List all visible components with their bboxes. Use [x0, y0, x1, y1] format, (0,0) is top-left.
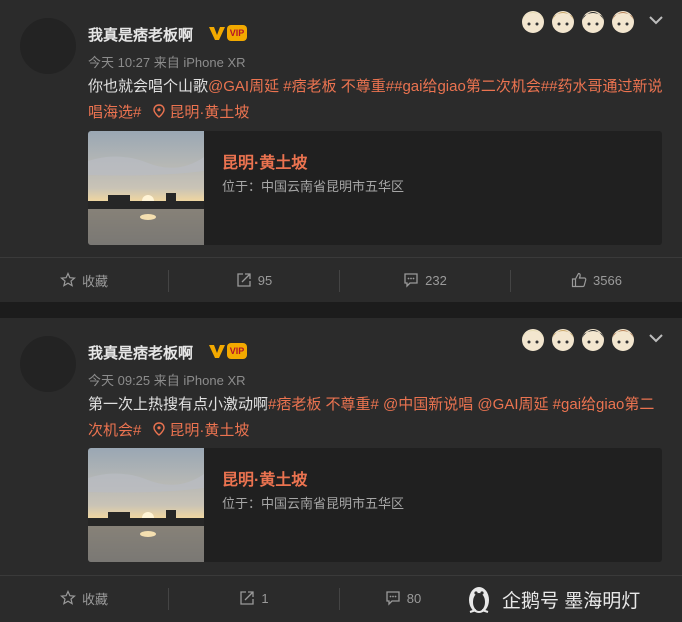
post-text: 第一次上热搜有点小激动啊#痞老板 不尊重# @中国新说唱 @GAI周延 #gai…: [88, 392, 668, 444]
location-title[interactable]: 昆明·黄土坡: [222, 149, 307, 173]
penguin-icon: [469, 587, 489, 613]
repost-icon: [240, 591, 255, 605]
decoration-avatars: [520, 4, 640, 40]
repost-button[interactable]: 95: [169, 258, 339, 302]
repost-count: 1: [261, 590, 269, 606]
anime-face-icon: [522, 329, 544, 351]
author-name[interactable]: 我真是痞老板啊: [88, 342, 193, 363]
favorite-button[interactable]: 收藏: [0, 258, 168, 302]
anime-face-icon: [522, 11, 544, 33]
location-address: 位于：中国云南省昆明市五华区: [222, 496, 405, 511]
like-count: 3566: [593, 272, 622, 288]
location-pin-icon: [153, 104, 166, 118]
post-text: 你也就会唱个山歌@GAI周延 #痞老板 不尊重##gai给giao第二次机会##…: [88, 74, 668, 126]
location-pin-icon: [153, 422, 166, 436]
verified-v-icon: [209, 27, 225, 40]
location-title[interactable]: 昆明·黄土坡: [222, 466, 307, 490]
post-meta: 今天 10:27 来自 iPhone XR: [88, 55, 246, 70]
location-card[interactable]: 昆明·黄土坡 位于：中国云南省昆明市五华区: [88, 131, 662, 245]
avatar[interactable]: [20, 336, 76, 392]
repost-icon: [237, 273, 251, 287]
favorite-button[interactable]: 收藏: [0, 576, 168, 620]
location-card[interactable]: 昆明·黄土坡 位于：中国云南省昆明市五华区: [88, 448, 662, 562]
anime-face-icon: [582, 329, 604, 351]
like-icon: [571, 272, 587, 288]
chevron-down-icon[interactable]: [648, 14, 664, 26]
weibo-post: 我真是痞老板啊 VIP 今天 09:25 来自 iPhone XR 第一次上热搜…: [0, 318, 682, 622]
verified-v-icon: [209, 345, 225, 358]
action-bar: 收藏 95 232 3566: [0, 257, 682, 301]
location-link[interactable]: 昆明·黄土坡: [169, 104, 249, 121]
weibo-post: 我真是痞老板啊 VIP 今天 10:27 来自 iPhone XR 你也就会唱个…: [0, 0, 682, 302]
location-link[interactable]: 昆明·黄土坡: [169, 422, 249, 439]
favorite-label: 收藏: [81, 591, 108, 607]
post-text-plain: 第一次上热搜有点小激动啊: [88, 396, 269, 413]
watermark: 企鹅号 墨海明灯: [466, 582, 640, 616]
vip-crown-icon[interactable]: VIP: [227, 25, 247, 41]
comment-count: 232: [425, 272, 447, 288]
repost-count: 95: [257, 272, 273, 288]
comment-button[interactable]: 232: [340, 258, 510, 302]
post-text-plain: 你也就会唱个山歌: [88, 78, 209, 95]
decoration-avatars: [520, 322, 640, 358]
repost-button[interactable]: 1: [169, 576, 339, 620]
comment-icon: [404, 273, 418, 288]
vip-crown-icon[interactable]: VIP: [227, 343, 247, 359]
comment-button[interactable]: 80: [340, 576, 466, 620]
anime-face-icon: [552, 11, 574, 33]
star-icon: [60, 590, 76, 605]
watermark-text: 企鹅号 墨海明灯: [502, 590, 641, 612]
star-icon: [60, 272, 76, 287]
post-meta: 今天 09:25 来自 iPhone XR: [88, 373, 246, 388]
favorite-label: 收藏: [81, 273, 108, 289]
comment-count: 80: [406, 590, 422, 606]
comment-icon: [386, 591, 400, 606]
like-button[interactable]: 3566: [511, 258, 682, 302]
location-photo: [88, 448, 204, 562]
location-photo: [88, 131, 204, 245]
avatar[interactable]: [20, 18, 76, 74]
author-name[interactable]: 我真是痞老板啊: [88, 24, 193, 45]
anime-face-icon: [582, 11, 604, 33]
location-address: 位于：中国云南省昆明市五华区: [222, 179, 405, 194]
anime-face-icon: [612, 11, 634, 33]
anime-face-icon: [612, 329, 634, 351]
anime-face-icon: [552, 329, 574, 351]
chevron-down-icon[interactable]: [648, 332, 664, 344]
